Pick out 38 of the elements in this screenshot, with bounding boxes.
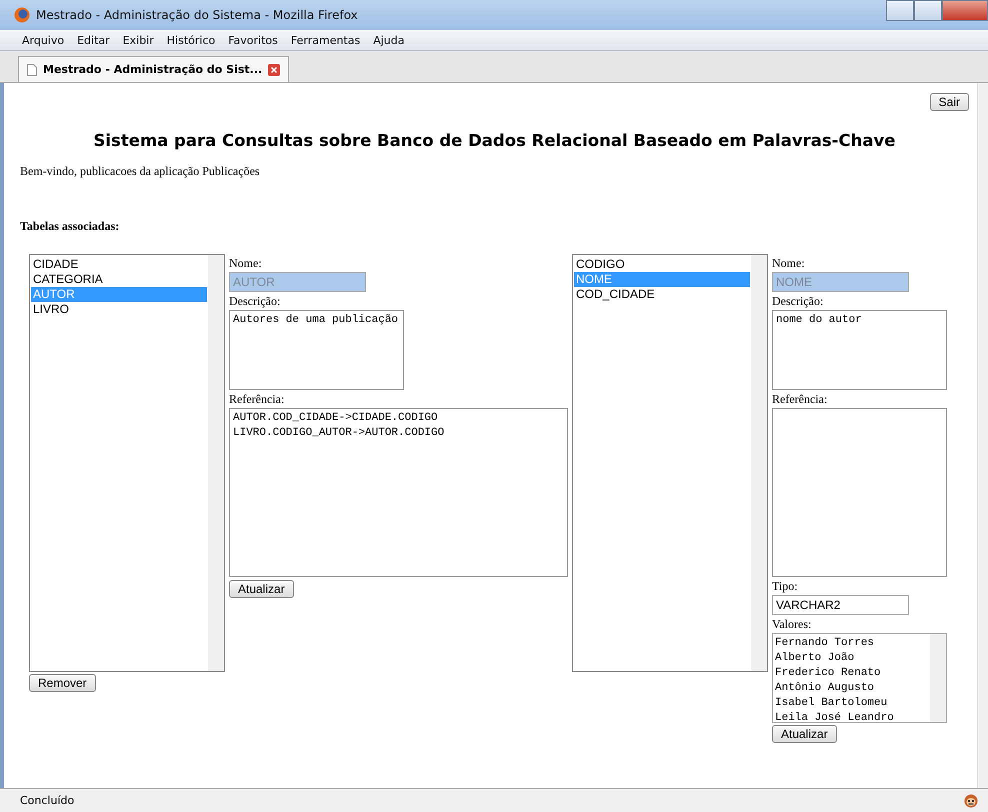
update-button[interactable]: Atualizar [772,725,837,743]
browser-tab[interactable]: Mestrado - Administração do Sist... [18,56,290,82]
field-label: Descrição: [229,293,280,310]
menu-item[interactable]: Editar [77,34,110,46]
menu-item[interactable]: Histórico [166,34,216,46]
menu-item[interactable]: Favoritos [228,34,278,46]
menu-item[interactable]: Arquivo [22,34,64,46]
menu-item[interactable]: Ferramentas [290,34,360,46]
logout-button[interactable]: Sair [930,93,969,111]
field-label: Referência: [229,391,284,408]
list-option[interactable]: CATEGORIA [31,272,207,287]
description-field[interactable]: nome do autor [772,310,947,390]
section-title: Tabelas associadas: [20,219,120,234]
page-heading: Sistema para Consultas sobre Banco de Dados Relacional Baseado em Palavras-Chave [92,131,896,150]
list-option[interactable]: CODIGO [574,257,750,272]
field-label: Nome: [229,255,262,272]
field-label: Valores: [772,616,812,633]
type-field[interactable]: VARCHAR2 [772,595,909,615]
list-option[interactable]: LIVRO [31,302,207,317]
field-label: Nome: [772,255,805,272]
values-list[interactable]: Fernando Torres Alberto João Frederico Renato Antônio Augusto Isabel Bartolomeu Leila José Leandro [772,633,947,723]
reference-field[interactable]: AUTOR.COD_CIDADE->CIDADE.CODIGO LIVRO.CODIGO_AUTOR->AUTOR.CODIGO [229,408,568,577]
field-label: Referência: [772,391,828,408]
list-option[interactable]: CIDADE [31,257,207,272]
table-list[interactable]: CIDADE CATEGORIA AUTOR LIVRO [29,254,225,672]
description-field[interactable]: Autores de uma publicação [229,310,404,390]
window-title: Mestrado - Administração do Sistema - Mozilla Firefox [36,8,359,22]
menu-item[interactable]: Exibir [122,34,154,46]
menu-item[interactable]: Ajuda [373,34,404,46]
welcome-text: Bem-vindo, publicacoes da aplicação Publicações [20,164,261,179]
tab-title: Mestrado - Administração do Sist... [43,63,262,76]
field-label: Tipo: [772,578,798,595]
remove-button[interactable]: Remover [29,674,96,692]
update-button[interactable]: Atualizar [229,580,294,598]
column-list[interactable]: CODIGO NOME COD_CIDADE [572,254,768,672]
field-label: Descrição: [772,293,824,310]
list-option[interactable]: COD_CIDADE [574,287,750,302]
status-text: Concluído [20,794,74,807]
